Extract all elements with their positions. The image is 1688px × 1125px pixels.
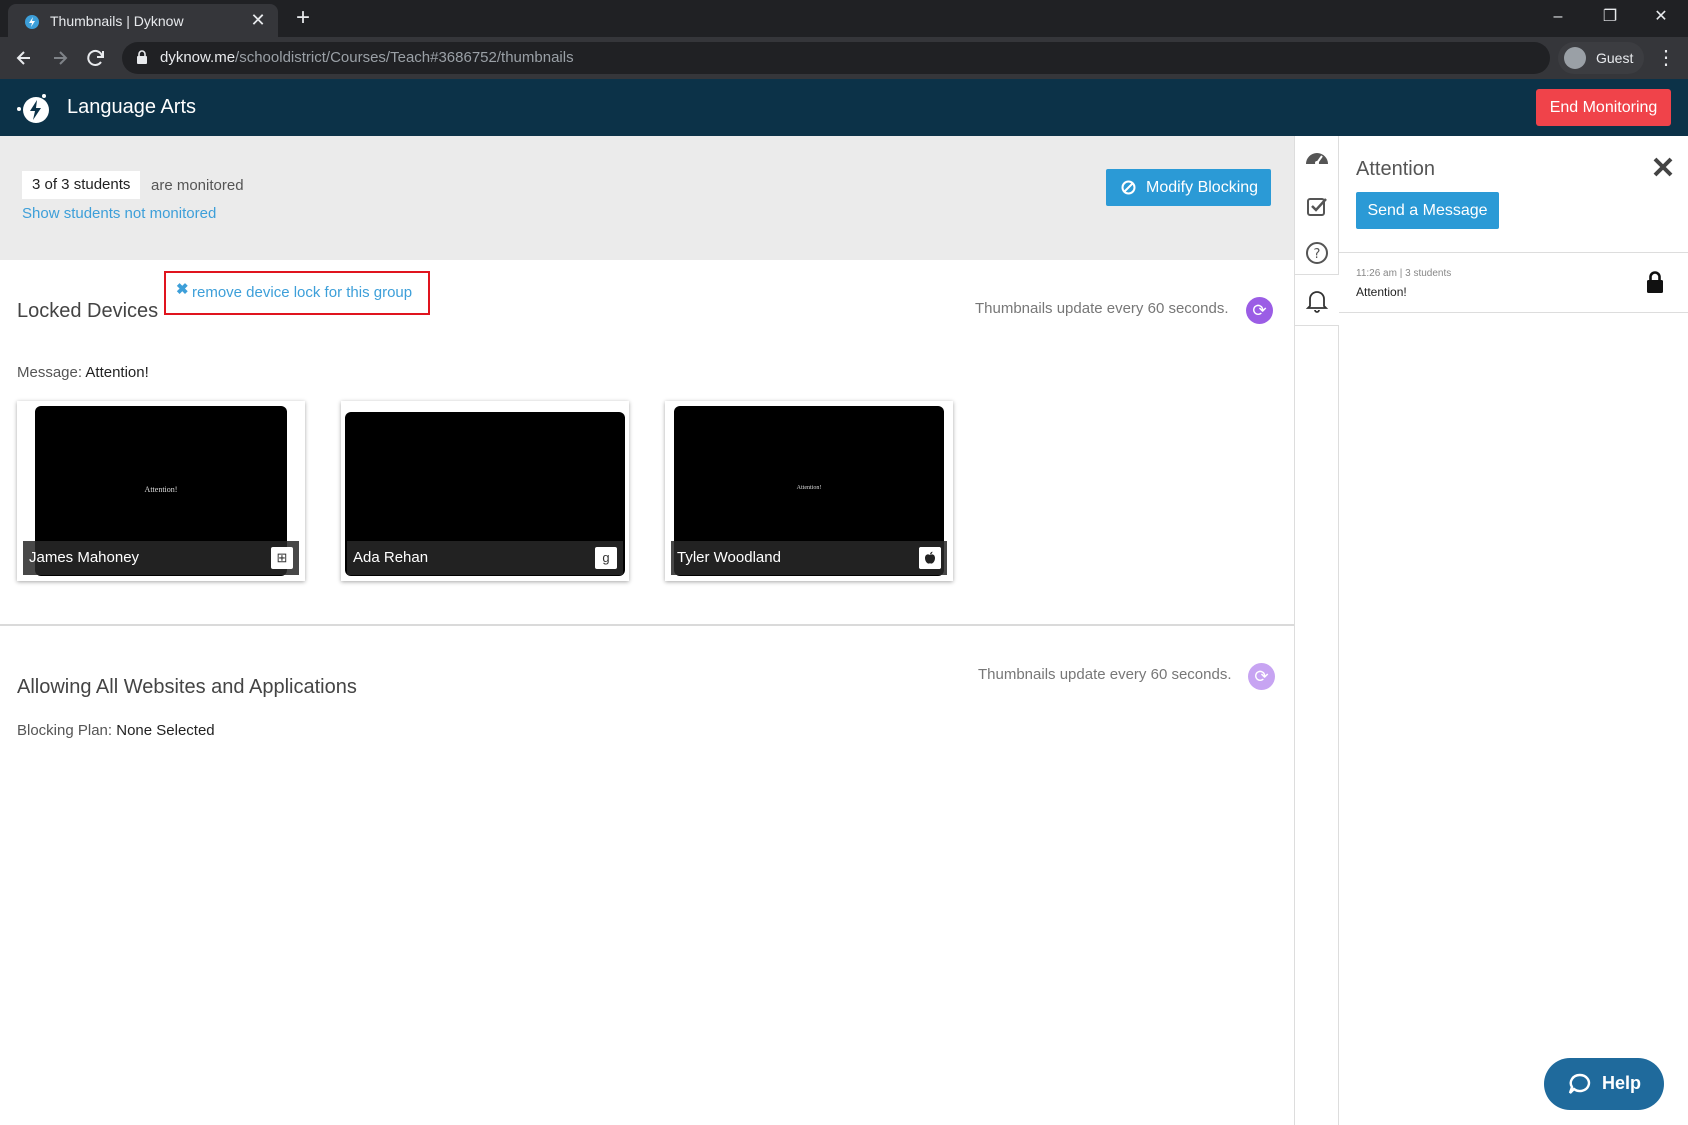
apple-icon xyxy=(919,547,941,569)
monitored-count-suffix: are monitored xyxy=(151,177,244,194)
locked-message-line: Message: Attention! xyxy=(17,364,149,381)
section-divider xyxy=(0,624,1294,626)
end-monitoring-button[interactable]: End Monitoring xyxy=(1536,89,1671,126)
main-content: 3 of 3 students are monitored Show stude… xyxy=(0,136,1294,1125)
refresh-icon[interactable]: ⟳ xyxy=(1246,297,1273,324)
student-name: James Mahoney xyxy=(29,549,140,566)
screen-message-text: Attention! xyxy=(796,485,822,491)
panel-divider xyxy=(1339,252,1688,253)
url-host: dyknow.me xyxy=(160,49,236,66)
chat-bubble-icon xyxy=(1568,1073,1591,1094)
address-bar[interactable]: dyknow.me/schooldistrict/Courses/Teach#3… xyxy=(122,42,1550,74)
help-label: Help xyxy=(1602,1073,1642,1093)
remove-lock-link[interactable]: ✖ remove device lock for this group xyxy=(164,271,430,315)
panel-title: Attention xyxy=(1356,158,1435,180)
screen-message-text: Attention! xyxy=(144,485,178,494)
course-title: Language Arts xyxy=(67,96,196,118)
panel-divider xyxy=(1339,312,1688,313)
browser-tab[interactable]: Thumbnails | Dyknow ✕ xyxy=(8,4,278,37)
monitor-summary-bar: 3 of 3 students are monitored Show stude… xyxy=(0,136,1294,260)
dyknow-logo-icon xyxy=(17,94,49,123)
back-arrow-icon[interactable] xyxy=(10,44,38,72)
bell-icon xyxy=(1305,291,1329,313)
locked-update-text: Thumbnails update every 60 seconds. xyxy=(975,300,1229,317)
blocking-plan-value: None Selected xyxy=(116,722,215,739)
restore-button[interactable]: ❐ xyxy=(1585,0,1635,34)
close-window-button[interactable]: ✕ xyxy=(1636,0,1686,34)
browser-tabbar: Thumbnails | Dyknow ✕ + – ❐ ✕ xyxy=(0,0,1688,37)
profile-label: Guest xyxy=(1596,50,1634,66)
new-tab-button[interactable]: + xyxy=(290,5,316,31)
tab-close-icon[interactable]: ✕ xyxy=(248,10,268,30)
url-path: /schooldistrict/Courses/Teach#3686752/th… xyxy=(235,49,574,66)
attention-panel: Attention Send a Message 11:26 am | 3 st… xyxy=(1339,136,1688,1125)
padlock-icon xyxy=(137,50,147,64)
remove-lock-label: remove device lock for this group xyxy=(192,284,413,301)
tab-title: Thumbnails | Dyknow xyxy=(50,13,184,29)
send-message-button[interactable]: Send a Message xyxy=(1356,192,1499,229)
help-button[interactable]: Help xyxy=(1544,1058,1664,1110)
show-unmonitored-link[interactable]: Show students not monitored xyxy=(22,205,216,222)
checkbox-check-icon[interactable] xyxy=(1302,191,1332,221)
locked-devices-title: Locked Devices xyxy=(17,300,159,322)
minimize-button[interactable]: – xyxy=(1533,0,1583,34)
message-meta: 11:26 am | 3 students xyxy=(1356,268,1451,279)
message-text: Attention! xyxy=(1356,285,1407,299)
close-icon[interactable] xyxy=(1651,155,1675,179)
block-icon xyxy=(1121,180,1136,195)
browser-menu-icon[interactable]: ⋮ xyxy=(1654,44,1678,72)
allowing-update-text: Thumbnails update every 60 seconds. xyxy=(978,666,1232,683)
monitored-count-badge: 3 of 3 students xyxy=(22,171,141,199)
student-name-bar: James Mahoney xyxy=(23,541,299,575)
message-label: Message: xyxy=(17,364,83,381)
notifications-tab[interactable] xyxy=(1295,274,1339,326)
profile-button[interactable]: Guest xyxy=(1558,42,1644,74)
forward-arrow-icon[interactable] xyxy=(46,44,74,72)
student-name: Tyler Woodland xyxy=(677,549,781,566)
student-thumbnail[interactable]: Attention! James Mahoney ⊞ xyxy=(17,401,305,581)
blocking-plan-label: Blocking Plan: xyxy=(17,722,113,739)
refresh-icon[interactable]: ⟳ xyxy=(1248,663,1275,690)
student-thumbnail[interactable]: Ada Rehan g xyxy=(341,401,629,581)
message-value: Attention! xyxy=(85,364,149,381)
dashboard-gauge-icon[interactable] xyxy=(1302,144,1332,174)
modify-blocking-button[interactable]: Modify Blocking xyxy=(1106,169,1271,206)
message-time: 11:26 am xyxy=(1356,268,1397,279)
dyknow-favicon-icon xyxy=(25,15,39,29)
student-thumbnail[interactable]: Attention! Tyler Woodland xyxy=(665,401,953,581)
remove-x-icon: ✖ xyxy=(176,281,189,298)
reload-icon[interactable] xyxy=(82,44,110,72)
google-icon: g xyxy=(595,547,617,569)
profile-avatar-icon xyxy=(1564,47,1586,69)
svg-text:?: ? xyxy=(1314,247,1321,262)
message-separator: | xyxy=(1399,268,1403,279)
lock-icon xyxy=(1647,271,1663,293)
student-name-bar: Tyler Woodland xyxy=(671,541,947,575)
side-icon-strip: ? xyxy=(1294,136,1339,1125)
modify-blocking-label: Modify Blocking xyxy=(1146,179,1259,196)
question-circle-icon[interactable]: ? xyxy=(1302,238,1332,268)
allowing-title: Allowing All Websites and Applications xyxy=(17,676,357,698)
blocking-plan-line: Blocking Plan: None Selected xyxy=(17,722,215,739)
app-header: Language Arts End Monitoring xyxy=(0,79,1688,136)
url-text: dyknow.me/schooldistrict/Courses/Teach#3… xyxy=(160,49,574,66)
student-name: Ada Rehan xyxy=(353,549,429,566)
browser-toolbar: dyknow.me/schooldistrict/Courses/Teach#3… xyxy=(0,37,1688,79)
student-name-bar: Ada Rehan xyxy=(347,541,623,575)
message-recipient-count: 3 students xyxy=(1405,268,1452,279)
windows-icon: ⊞ xyxy=(271,547,293,569)
